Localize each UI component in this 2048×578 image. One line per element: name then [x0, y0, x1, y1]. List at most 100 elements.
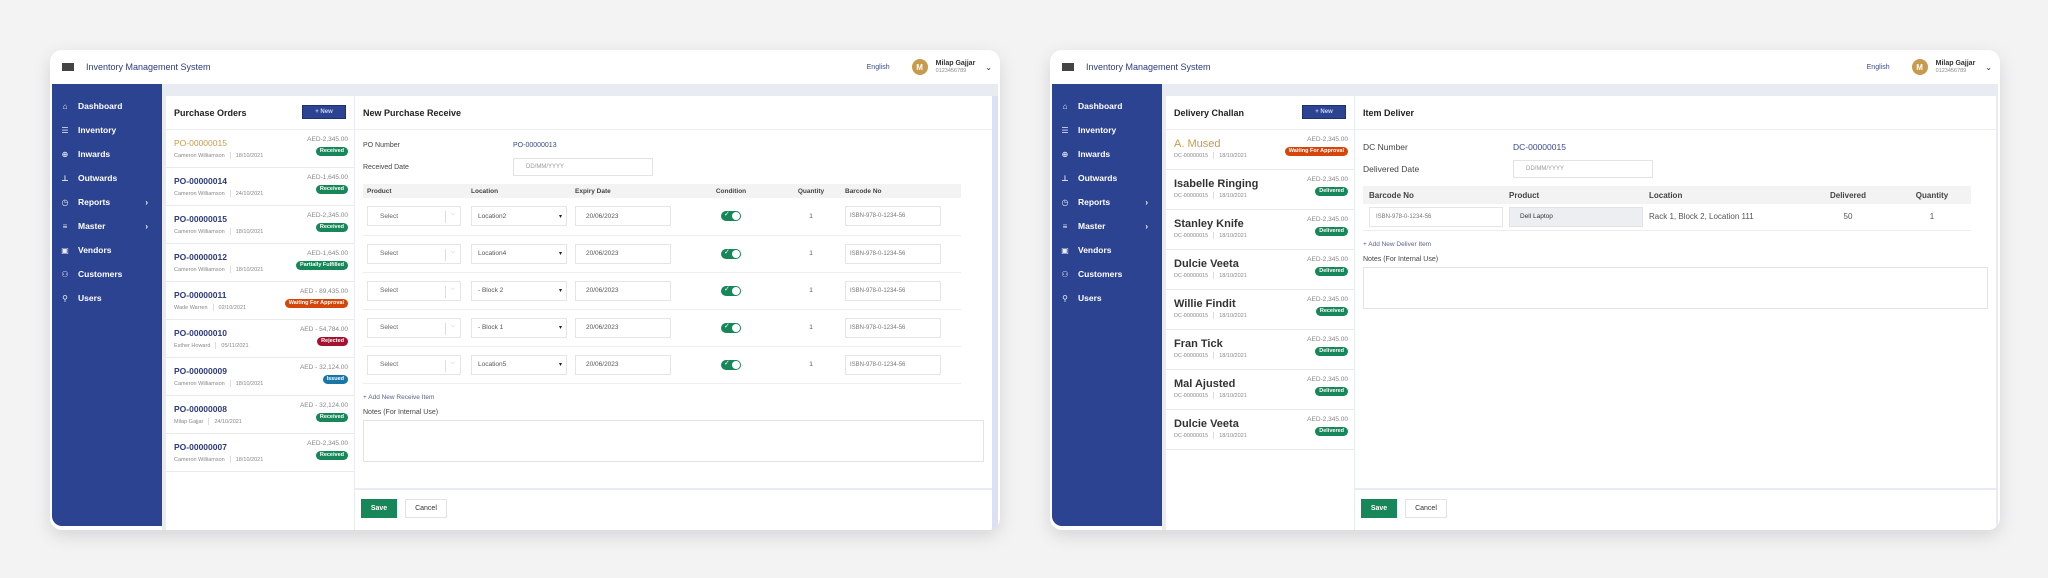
status-badge: Partially Fulfilled: [295, 261, 348, 270]
location-select[interactable]: Location2 ▾: [471, 206, 567, 227]
sidebar-item-inventory[interactable]: ☰ Inventory: [1052, 118, 1162, 142]
sidebar-item-outwards[interactable]: ⊥ Outwards: [1052, 166, 1162, 190]
new-delivery-challan-button[interactable]: + New: [1302, 105, 1346, 119]
hamburger-menu-icon[interactable]: [1062, 62, 1074, 72]
purchase-order-item[interactable]: PO-00000015 Cameron Williamson 18/10/2021 A…: [166, 130, 354, 168]
quantity-cell: 1: [781, 272, 841, 310]
sidebar-item-master[interactable]: ≡ Master ›: [52, 214, 162, 238]
chevron-down-icon[interactable]: ⌄: [1985, 63, 1992, 72]
barcode-input[interactable]: ISBN-978-0-1234-56: [1369, 206, 1503, 227]
sidebar-item-users[interactable]: ⚲ Users: [52, 286, 162, 310]
add-deliver-item-link[interactable]: + Add New Deliver Item: [1355, 241, 1996, 248]
purchase-order-item[interactable]: PO-00000009 Cameron Williamson 18/10/2021 A…: [166, 358, 354, 396]
product-select[interactable]: Select ⌵: [367, 354, 461, 375]
delivery-challan-item[interactable]: Dulcie Veeta DC-00000015 18/10/2021 AED-2,3…: [1166, 250, 1354, 290]
sidebar-item-master[interactable]: ≡ Master ›: [1052, 214, 1162, 238]
purchase-order-item[interactable]: PO-00000011 Wade Warren 02/10/2021 AED - 89…: [166, 282, 354, 320]
list-icon: ≡: [1062, 221, 1068, 231]
product-select[interactable]: Select ⌵: [367, 206, 461, 227]
expiry-date-input[interactable]: 20/06/2023: [575, 354, 671, 375]
sidebar-item-customers[interactable]: ⚇ Customers: [52, 262, 162, 286]
sidebar-item-outwards[interactable]: ⊥ Outwards: [52, 166, 162, 190]
hamburger-menu-icon[interactable]: [62, 62, 74, 72]
purchase-receive-panel: New Purchase Receive PO Number PO-000000…: [355, 96, 992, 530]
sidebar-item-users[interactable]: ⚲ Users: [1052, 286, 1162, 310]
sidebar: ⌂ Dashboard ☰ Inventory ⊕ Inwards ⊥ Outwards ◷ Re…: [1052, 84, 1162, 526]
sidebar-item-vendors[interactable]: ▣ Vendors: [1052, 238, 1162, 262]
purchase-order-item[interactable]: PO-00000008 Milap Gajjar 24/10/2021 AED - 3…: [166, 396, 354, 434]
notes-textarea[interactable]: [363, 419, 984, 462]
sidebar-item-inventory[interactable]: ☰ Inventory: [52, 118, 162, 142]
delivered-date-input[interactable]: DD/MM/YYYY: [1513, 160, 1653, 178]
new-purchase-order-button[interactable]: + New: [302, 105, 346, 119]
expiry-date-input[interactable]: 20/06/2023: [575, 280, 671, 301]
delivery-challan-item[interactable]: Isabelle Ringing DC-00000015 18/10/2021 AED…: [1166, 170, 1354, 210]
status-badge: Received: [315, 147, 348, 156]
barcode-input[interactable]: ISBN-978-0-1234-56: [845, 206, 941, 227]
sidebar-item-reports[interactable]: ◷ Reports ›: [1052, 190, 1162, 214]
delivery-challan-item[interactable]: Willie Findit DC-00000015 18/10/2021 AED-2,…: [1166, 290, 1354, 330]
barcode-input[interactable]: ISBN-978-0-1234-56: [845, 354, 941, 375]
delivery-challan-item[interactable]: Fran Tick DC-00000015 18/10/2021 AED-2,345.…: [1166, 330, 1354, 370]
notes-textarea[interactable]: [1363, 266, 1988, 309]
delivery-challan-item[interactable]: Stanley Knife DC-00000015 18/10/2021 AED-2,…: [1166, 210, 1354, 250]
location-select[interactable]: - Block 2 ▾: [471, 280, 567, 301]
avatar[interactable]: M: [911, 59, 928, 75]
chevron-down-icon[interactable]: ⌄: [985, 63, 992, 72]
sidebar-item-customers[interactable]: ⚇ Customers: [1052, 262, 1162, 286]
cancel-button[interactable]: Cancel: [405, 499, 447, 518]
user-info[interactable]: Milap Gajjar 0123456789: [1936, 60, 1976, 75]
separator: [229, 380, 231, 387]
sidebar-item-dashboard[interactable]: ⌂ Dashboard: [52, 94, 162, 118]
barcode-input[interactable]: ISBN-978-0-1234-56: [845, 280, 941, 301]
sidebar-item-inwards[interactable]: ⊕ Inwards: [1052, 142, 1162, 166]
expiry-date-input[interactable]: 20/06/2023: [575, 317, 671, 338]
save-button[interactable]: Save: [361, 499, 397, 518]
separator: [1213, 232, 1215, 239]
condition-toggle[interactable]: [721, 210, 741, 222]
location-select-value: - Block 1: [478, 324, 504, 331]
sidebar-item-inwards[interactable]: ⊕ Inwards: [52, 142, 162, 166]
delivery-challan-item[interactable]: Dulcie Veeta DC-00000015 18/10/2021 AED-2,3…: [1166, 410, 1354, 450]
language-selector[interactable]: English: [867, 64, 890, 71]
purchase-order-item[interactable]: PO-00000014 Cameron Williamson 24/10/2021 A…: [166, 168, 354, 206]
save-button[interactable]: Save: [1361, 499, 1397, 518]
separator: [229, 228, 231, 235]
location-select[interactable]: Location5 ▾: [471, 354, 567, 375]
delivery-challan-item[interactable]: A. Mused DC-00000015 18/10/2021 AED-2,345.0…: [1166, 130, 1354, 170]
condition-toggle[interactable]: [721, 359, 741, 370]
expiry-date-input[interactable]: 20/06/2023: [575, 206, 671, 227]
po-person: Milap Gajjar: [174, 418, 204, 425]
expiry-date-input[interactable]: 20/06/2023: [575, 243, 671, 264]
location-select[interactable]: - Block 1 ▾: [471, 317, 567, 338]
barcode-input[interactable]: ISBN-978-0-1234-56: [845, 243, 941, 264]
avatar[interactable]: M: [1911, 59, 1928, 75]
sidebar-item-reports[interactable]: ◷ Reports ›: [52, 190, 162, 214]
condition-toggle[interactable]: [721, 322, 741, 333]
cancel-button[interactable]: Cancel: [1405, 499, 1447, 518]
user-name: Milap Gajjar: [1935, 59, 1976, 67]
received-date-input[interactable]: DD/MM/YYYY: [513, 158, 653, 176]
sidebar-item-label: Inwards: [78, 149, 111, 159]
po-date: 18/10/2021: [235, 266, 264, 273]
product-select[interactable]: Select ⌵: [367, 280, 461, 301]
clock-icon: ◷: [1061, 197, 1069, 207]
delivery-challan-item[interactable]: Mal Ajusted DC-00000015 18/10/2021 AED-2,34…: [1166, 370, 1354, 410]
purchase-order-item[interactable]: PO-00000015 Cameron Williamson 18/10/2021 A…: [166, 206, 354, 244]
condition-toggle[interactable]: [721, 248, 741, 259]
purchase-order-item[interactable]: PO-00000010 Esther Howard 05/11/2021 AED - …: [166, 320, 354, 358]
language-selector[interactable]: English: [1867, 64, 1890, 71]
sidebar-item-dashboard[interactable]: ⌂ Dashboard: [1052, 94, 1162, 118]
user-info[interactable]: Milap Gajjar 0123456789: [936, 60, 976, 75]
purchase-order-item[interactable]: PO-00000012 Cameron Williamson 18/10/2021 A…: [166, 244, 354, 282]
add-receive-item-link[interactable]: + Add New Receive Item: [355, 394, 992, 401]
product-select[interactable]: Select ⌵: [367, 317, 461, 338]
purchase-order-item[interactable]: PO-00000007 Cameron Williamson 18/10/2021 A…: [166, 434, 354, 472]
product-select[interactable]: Select ⌵: [367, 243, 461, 264]
scrollbar[interactable]: [992, 96, 998, 530]
expiry-cell: 20/06/2023: [571, 235, 681, 273]
condition-toggle[interactable]: [721, 285, 741, 296]
location-select[interactable]: Location4 ▾: [471, 243, 567, 264]
barcode-input[interactable]: ISBN-978-0-1234-56: [845, 317, 941, 338]
sidebar-item-vendors[interactable]: ▣ Vendors: [52, 238, 162, 262]
